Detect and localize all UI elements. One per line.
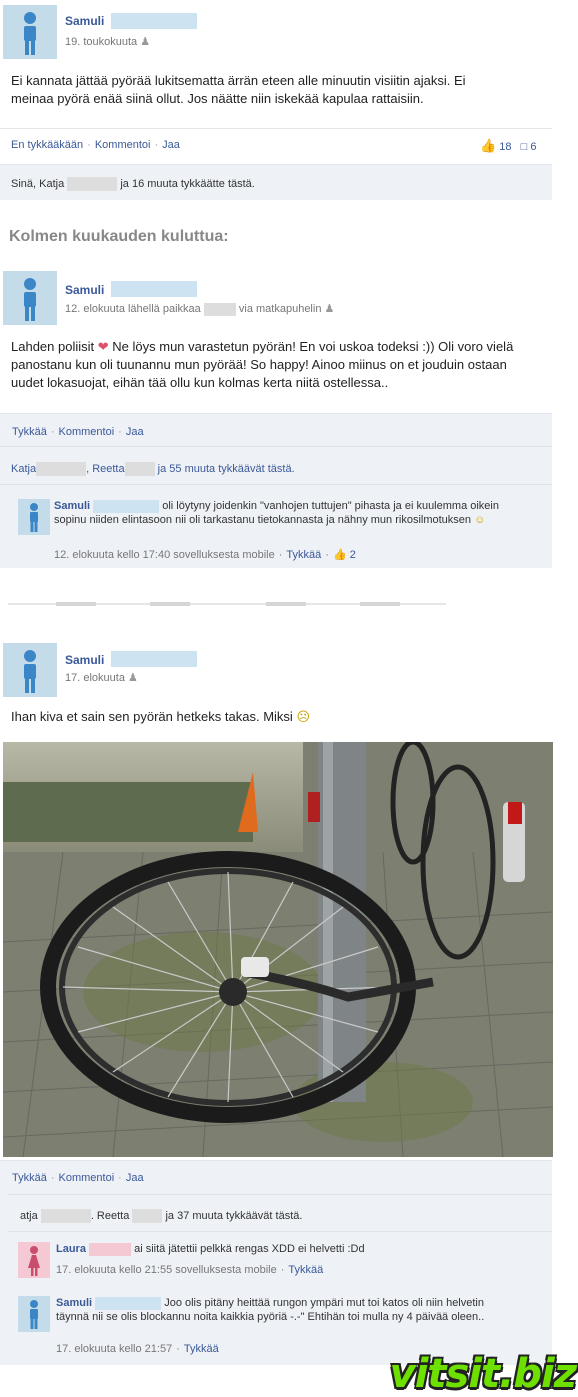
post-actions: Tykkää · Kommentoi · Jaa <box>12 1172 144 1184</box>
share-link[interactable]: Jaa <box>126 1172 144 1184</box>
person-icon <box>24 278 36 321</box>
comment: Laura ai siitä jätettii pelkkä rengas XD… <box>14 1238 544 1284</box>
person-icon <box>30 1300 38 1329</box>
comment-text: Samuli oli löytyny joidenkin "vanhojen t… <box>54 499 499 526</box>
audience-icon: ♟ <box>128 672 138 684</box>
commenter-avatar[interactable] <box>18 1242 50 1278</box>
counts: 👍 18 □ 6 <box>480 138 537 154</box>
separator-block <box>360 602 400 606</box>
like-count[interactable]: 18 <box>499 141 511 153</box>
blurred-name <box>124 462 155 476</box>
post-text: Ihan kiva et sain sen pyörän hetkeks tak… <box>11 709 310 724</box>
blurred-name <box>36 462 87 476</box>
post-text: Lahden poliisit ❤ Ne löys mun varastetun… <box>11 339 514 390</box>
blurred-place <box>203 302 236 316</box>
separator-block <box>150 602 190 606</box>
divider <box>0 128 552 129</box>
comment-like-link[interactable]: Tykkää <box>288 1264 323 1276</box>
person-icon <box>24 650 36 693</box>
thumbs-up-icon[interactable]: 👍 <box>333 549 347 561</box>
bicycle-wheel-photo <box>3 742 553 1157</box>
post-actions: Tykkää · Kommentoi · Jaa <box>12 426 144 438</box>
audience-icon: ♟ <box>324 303 335 315</box>
person-icon <box>30 503 38 532</box>
comment-icon[interactable]: □ <box>521 141 528 153</box>
comment-like-link[interactable]: Tykkää <box>184 1343 219 1355</box>
watermark-logo: vitsit.biz <box>389 1351 577 1397</box>
like-link[interactable]: Tykkää <box>12 1172 47 1184</box>
likes-summary: Sinä, Katja ja 16 muuta tykkäätte tästä. <box>11 177 255 191</box>
author-name[interactable]: Samuli <box>65 653 104 667</box>
comment-link[interactable]: Kommentoi <box>95 139 151 151</box>
comment: Samuli Joo olis pitäny heittää rungon ym… <box>14 1292 544 1360</box>
divider <box>8 1194 552 1195</box>
divider <box>8 1231 552 1232</box>
likes-summary: Katja, Reetta ja 55 muuta tykkäävät täst… <box>11 462 295 476</box>
comment: Samuli oli löytyny joidenkin "vanhojen t… <box>12 495 542 563</box>
comment-link[interactable]: Kommentoi <box>59 1172 115 1184</box>
post-1: Samuli 19. toukokuuta ♟ Ei kannata jättä… <box>0 0 552 200</box>
blurred-surname <box>95 1296 162 1310</box>
avatar[interactable] <box>3 5 57 59</box>
blurred-surname <box>89 1242 132 1256</box>
blurred-surname <box>111 13 197 29</box>
avatar[interactable] <box>3 271 57 325</box>
divider <box>0 446 552 447</box>
sad-face-icon: ☹ <box>296 709 310 724</box>
comment-meta: 17. elokuuta kello 21:55 sovelluksesta m… <box>56 1264 324 1276</box>
post-date[interactable]: 19. toukokuuta ♟ <box>65 35 150 48</box>
divider <box>0 484 552 485</box>
commenter-avatar[interactable] <box>18 499 50 535</box>
comment-meta: 17. elokuuta kello 21:57 · Tykkää <box>56 1343 219 1355</box>
blurred-name <box>132 1209 163 1223</box>
separator-block <box>56 602 96 606</box>
commenter-avatar[interactable] <box>18 1296 50 1332</box>
post-date[interactable]: 12. elokuuta lähellä paikkaa via matkapu… <box>65 302 334 316</box>
separator-block <box>266 602 306 606</box>
person-icon <box>24 12 36 55</box>
share-link[interactable]: Jaa <box>126 426 144 438</box>
blurred-surname <box>111 651 197 667</box>
comment-like-link[interactable]: Tykkää <box>286 549 321 561</box>
comment-link[interactable]: Kommentoi <box>59 426 115 438</box>
smiley-icon: ☺ <box>474 514 486 526</box>
author-name[interactable]: Samuli <box>65 14 104 28</box>
like-link[interactable]: Tykkää <box>12 426 47 438</box>
author-name[interactable]: Samuli <box>65 283 104 297</box>
blurred-name <box>40 1209 91 1223</box>
person-female-icon <box>28 1246 40 1276</box>
comment-like-count[interactable]: 2 <box>350 549 356 561</box>
blurred-name <box>67 177 118 191</box>
post-photo[interactable] <box>3 742 553 1157</box>
post-date[interactable]: 17. elokuuta ♟ <box>65 671 138 684</box>
section-heading: Kolmen kuukauden kuluttua: <box>9 228 229 245</box>
post-2: Samuli 12. elokuuta lähellä paikkaa via … <box>0 263 552 568</box>
comment-text: Laura ai siitä jätettii pelkkä rengas XD… <box>56 1242 365 1256</box>
unlike-link[interactable]: En tykkääkään <box>11 139 83 151</box>
likes-summary: atja . Reetta ja 37 muuta tykkäävät täst… <box>20 1209 303 1223</box>
audience-icon: ♟ <box>140 36 151 48</box>
comment-count[interactable]: 6 <box>530 141 536 153</box>
blurred-surname <box>93 499 160 513</box>
heart-icon: ❤ <box>97 339 109 354</box>
share-link[interactable]: Jaa <box>162 139 180 151</box>
comment-meta: 12. elokuuta kello 17:40 sovelluksesta m… <box>54 549 356 561</box>
blurred-surname <box>111 281 197 297</box>
post-text: Ei kannata jättää pyörää lukitsematta är… <box>11 73 466 106</box>
avatar[interactable] <box>3 643 57 697</box>
post-actions: En tykkääkään · Kommentoi · Jaa <box>11 139 180 151</box>
thumbs-up-icon[interactable]: 👍 <box>480 138 496 153</box>
comment-text: Samuli Joo olis pitäny heittää rungon ym… <box>56 1296 485 1323</box>
